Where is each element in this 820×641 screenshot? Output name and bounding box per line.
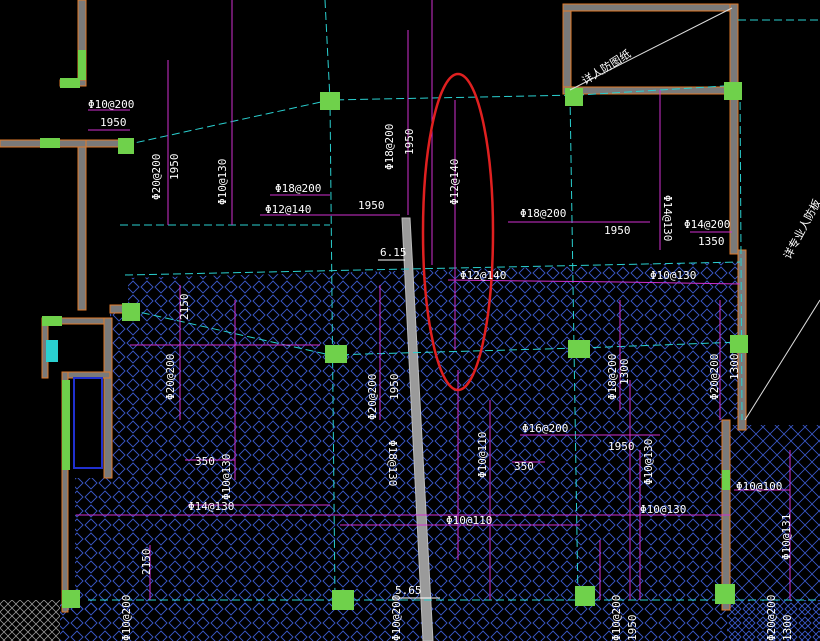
rebar-label: Φ20@200 [765,595,778,641]
room-note: 详人防图纸 [579,47,633,88]
rebar-label: Φ12@140 [265,203,311,216]
dimension-label: 1950 [100,116,127,129]
rebar-label: Φ10@200 [120,595,133,641]
rebar-label: Φ16@200 [522,422,568,435]
rebar-label: Φ10@200 [610,595,623,641]
dimension-label: 1950 [604,224,631,237]
elevation-lower: 5.65 [395,584,422,597]
structural-plan[interactable]: Φ10@200 1950 Φ20@200 1950 Φ10@130 Φ18@20… [0,0,820,641]
dimension-label: 350 [195,455,215,468]
dimension-label: 1950 [358,199,385,212]
rebar-label: Φ10@110 [446,514,492,527]
rebar-label: Φ10@130 [640,503,686,516]
rebar-label: Φ20@200 [150,154,163,200]
rebar-label: Φ10@200 [390,595,403,641]
rebar-label: Φ10@130 [220,454,233,500]
rebar-label: Φ20@200 [366,374,379,420]
right-note: 详专业人防板 [780,197,820,262]
elevation-upper: 6.15 [380,246,407,259]
dimension-label: 1950 [608,440,635,453]
dimension-label: 2150 [140,549,153,576]
rebar-label: Φ18@130 [386,440,399,486]
rebar-label: Φ18@200 [275,182,321,195]
rebar-label: Φ20@200 [164,354,177,400]
rebar-label: Φ10@200 [88,98,134,111]
rebar-label: Φ10@130 [216,159,229,205]
rebar-label: Φ12@140 [448,159,461,205]
rebar-label: Φ12@140 [460,269,506,282]
rebar-label: Φ18@200 [520,207,566,220]
rebar-label: Φ10@100 [736,480,782,493]
cyan-marker [46,340,58,362]
rebar-label: Φ10@131 [780,514,793,560]
dimension-label: 1950 [388,374,401,401]
dimension-label: 1300 [728,354,741,381]
rebar-label: Φ14@130 [188,500,234,513]
dimension-label: 1950 [626,615,639,641]
rebar-label: Φ10@110 [476,432,489,478]
rebar-label: Φ14@130 [661,195,674,241]
dimension-label: 2150 [178,294,191,321]
blue-marker [73,377,103,469]
rebar-label: Φ10@130 [650,269,696,282]
rebar-label: Φ20@200 [708,354,721,400]
dimension-label: 1300 [781,615,794,641]
rebar-label: Φ10@130 [642,439,655,485]
dimension-label: 1950 [168,154,181,181]
dimension-label: 1350 [698,235,725,248]
rebar-label: Φ14@200 [684,218,730,231]
dimension-label: 350 [514,460,534,473]
dimension-label: 1300 [618,359,631,386]
cad-drawing-canvas[interactable]: Φ10@200 1950 Φ20@200 1950 Φ10@130 Φ18@20… [0,0,820,641]
dimension-label: 1950 [403,129,416,156]
rebar-label: Φ18@200 [383,124,396,170]
